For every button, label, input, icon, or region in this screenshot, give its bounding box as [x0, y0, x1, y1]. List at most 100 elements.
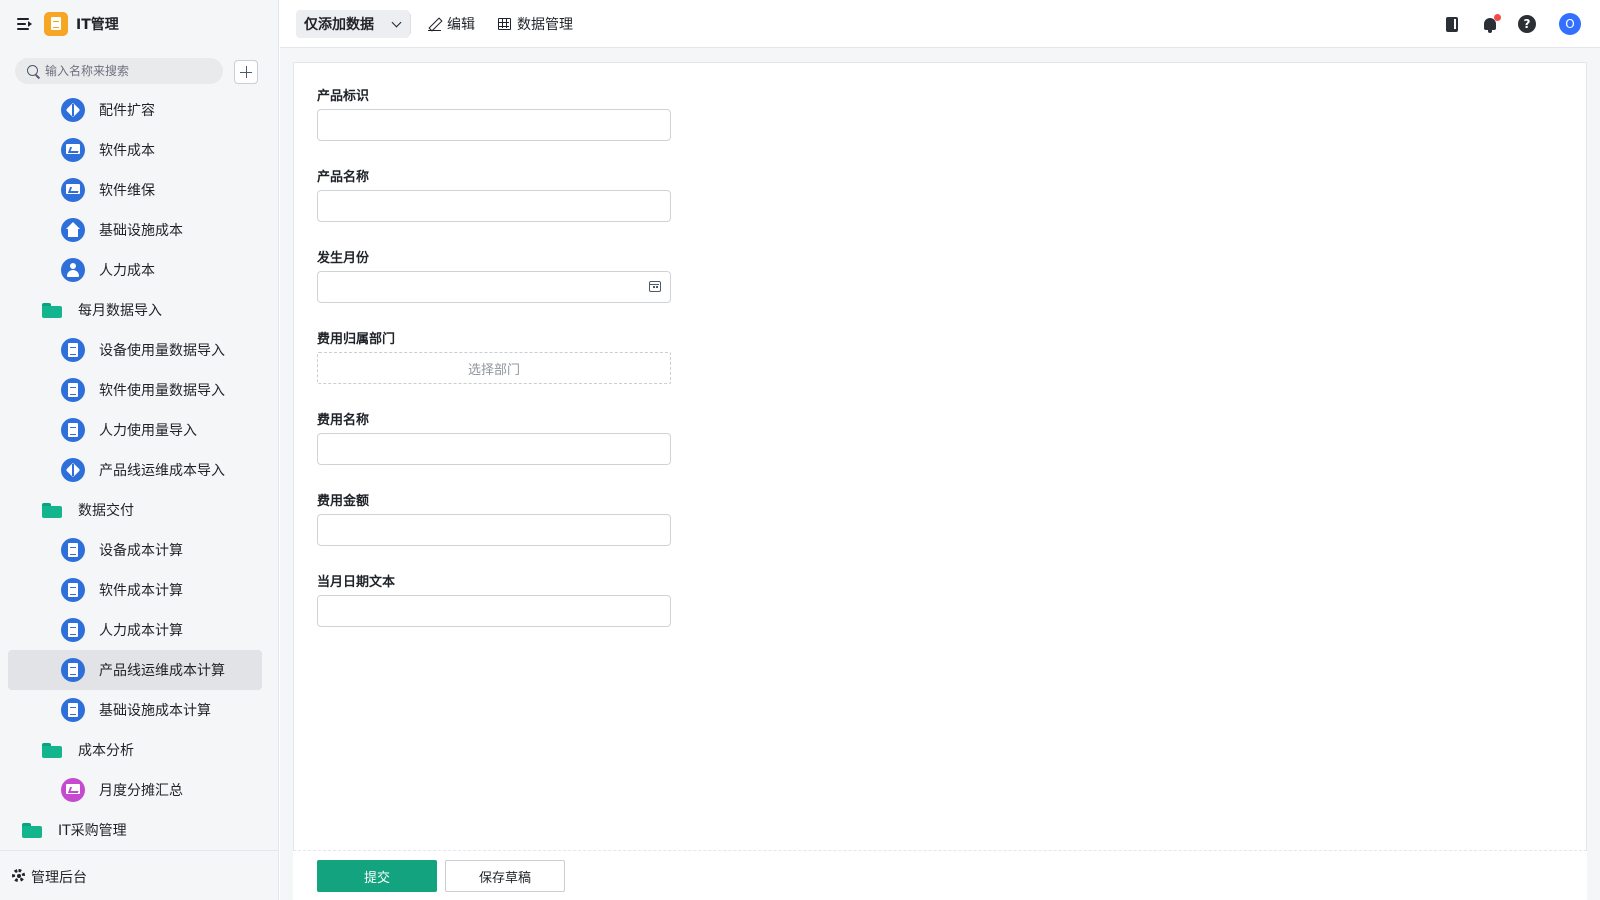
sidebar-header: IT管理	[0, 0, 279, 48]
sidebar-item-labor-cost-calc[interactable]: 人力成本计算	[61, 610, 183, 650]
chart-icon	[61, 178, 85, 202]
sidebar-item-labor-usage-import[interactable]: 人力使用量导入	[61, 410, 197, 450]
view-select-label: 仅添加数据	[304, 17, 374, 33]
view-select[interactable]: 仅添加数据	[296, 10, 410, 38]
doc-icon	[61, 538, 85, 562]
sidebar-item-software-cost[interactable]: 软件成本	[61, 130, 155, 170]
sidebar-item-product-ops-import[interactable]: 产品线运维成本导入	[61, 450, 225, 490]
sidebar-item-device-cost-calc[interactable]: 设备成本计算	[61, 530, 183, 570]
sidebar-item-label: 软件使用量数据导入	[99, 383, 225, 399]
month-date-input[interactable]	[317, 271, 671, 303]
sidebar-item-software-cost-calc[interactable]: 软件成本计算	[61, 570, 183, 610]
help-icon[interactable]: ?	[1518, 15, 1536, 33]
field-label-product-name: 产品名称	[317, 170, 370, 185]
sidebar-item-monthly-allocation[interactable]: 月度分摊汇总	[61, 770, 183, 810]
admin-console-link[interactable]: 管理后台	[0, 850, 279, 900]
sidebar-item-label: 设备使用量数据导入	[99, 343, 225, 359]
add-button[interactable]	[234, 60, 258, 84]
product-id-input[interactable]	[317, 109, 671, 141]
folder-icon	[42, 742, 62, 758]
sidebar-item-label: 产品线运维成本导入	[99, 463, 225, 479]
product-name-input[interactable]	[317, 190, 671, 222]
sidebar-item-label: 设备成本计算	[99, 543, 183, 559]
search-input[interactable]	[45, 58, 215, 84]
sidebar-item-infrastructure-cost-calc[interactable]: 基础设施成本计算	[61, 690, 211, 730]
sidebar-item-label: 成本分析	[78, 743, 134, 759]
data-manage-label: 数据管理	[517, 17, 573, 33]
gear-icon	[12, 869, 25, 882]
admin-console-label: 管理后台	[31, 870, 87, 886]
sidebar-item-label: 软件维保	[99, 183, 155, 199]
save-draft-button[interactable]: 保存草稿	[445, 860, 565, 892]
table-icon	[498, 18, 511, 30]
sidebar-item-label: 每月数据导入	[78, 303, 162, 319]
avatar[interactable]: O	[1559, 13, 1581, 35]
folder-icon	[42, 502, 62, 518]
sidebar-item-accessory-expansion[interactable]: 配件扩容	[61, 90, 155, 130]
cube-icon	[61, 98, 85, 122]
sidebar-folder-it-procurement[interactable]: IT采购管理	[22, 810, 127, 850]
sidebar-item-label: 软件成本	[99, 143, 155, 159]
expense-amount-input[interactable]	[317, 514, 671, 546]
folder-icon	[22, 822, 42, 838]
folder-icon	[42, 302, 62, 318]
doc-icon	[61, 698, 85, 722]
sidebar-folder-data-delivery[interactable]: 数据交付	[42, 490, 134, 530]
home-icon	[61, 218, 85, 242]
person-icon	[61, 258, 85, 282]
book-icon[interactable]	[1442, 14, 1462, 34]
doc-icon	[61, 378, 85, 402]
sidebar-item-label: 人力成本计算	[99, 623, 183, 639]
sidebar-item-product-ops-cost-calc[interactable]: 产品线运维成本计算	[8, 650, 262, 690]
sidebar-item-label: 软件成本计算	[99, 583, 183, 599]
sidebar: IT管理 配件扩容 软件成本 软件维保 基础设施成本 人力成本 每月数据导入 设…	[0, 0, 279, 900]
form-card	[293, 62, 1587, 900]
chevron-down-icon	[391, 17, 402, 28]
pencil-icon	[428, 18, 441, 31]
sidebar-item-labor-cost[interactable]: 人力成本	[61, 250, 155, 290]
edit-button[interactable]: 编辑	[428, 14, 475, 34]
app-logo-icon	[44, 12, 68, 36]
doc-icon	[61, 578, 85, 602]
field-label-month: 发生月份	[317, 251, 370, 266]
department-select[interactable]: 选择部门	[317, 352, 671, 384]
field-label-expense-name: 费用名称	[317, 413, 370, 428]
sidebar-item-label: 产品线运维成本计算	[99, 663, 225, 679]
sidebar-item-software-maintenance[interactable]: 软件维保	[61, 170, 155, 210]
sidebar-item-label: 人力成本	[99, 263, 155, 279]
top-toolbar: 仅添加数据 编辑 数据管理 ? O	[280, 0, 1600, 48]
cube-icon	[61, 458, 85, 482]
sidebar-folder-monthly-import[interactable]: 每月数据导入	[42, 290, 162, 330]
doc-icon	[61, 618, 85, 642]
field-label-month-date-text: 当月日期文本	[317, 575, 396, 590]
sidebar-item-label: 数据交付	[78, 503, 134, 519]
menu-collapse-icon[interactable]	[15, 15, 35, 33]
sidebar-item-label: 基础设施成本计算	[99, 703, 211, 719]
sidebar-item-software-usage-import[interactable]: 软件使用量数据导入	[61, 370, 225, 410]
sidebar-item-device-usage-import[interactable]: 设备使用量数据导入	[61, 330, 225, 370]
sidebar-item-label: 月度分摊汇总	[99, 783, 183, 799]
app-title: IT管理	[76, 17, 119, 33]
submit-button[interactable]: 提交	[317, 860, 437, 892]
sidebar-item-label: 人力使用量导入	[99, 423, 197, 439]
sidebar-item-infrastructure-cost[interactable]: 基础设施成本	[61, 210, 183, 250]
doc-icon	[61, 418, 85, 442]
data-manage-button[interactable]: 数据管理	[498, 14, 573, 34]
sidebar-item-label: 配件扩容	[99, 103, 155, 119]
field-label-expense-amount: 费用金额	[317, 494, 370, 509]
search-icon	[27, 65, 38, 76]
doc-icon	[61, 658, 85, 682]
sidebar-item-label: IT采购管理	[58, 823, 127, 839]
sidebar-folder-cost-analysis[interactable]: 成本分析	[42, 730, 134, 770]
chart-icon	[61, 778, 85, 802]
toolbar-divider	[410, 14, 411, 34]
field-label-product-id: 产品标识	[317, 89, 370, 104]
month-date-text-input[interactable]	[317, 595, 671, 627]
doc-icon	[61, 338, 85, 362]
expense-name-input[interactable]	[317, 433, 671, 465]
edit-button-label: 编辑	[447, 17, 475, 33]
search-box[interactable]	[15, 58, 223, 84]
field-label-department: 费用归属部门	[317, 332, 396, 347]
notification-dot	[1494, 14, 1501, 21]
calendar-icon[interactable]	[649, 281, 661, 292]
